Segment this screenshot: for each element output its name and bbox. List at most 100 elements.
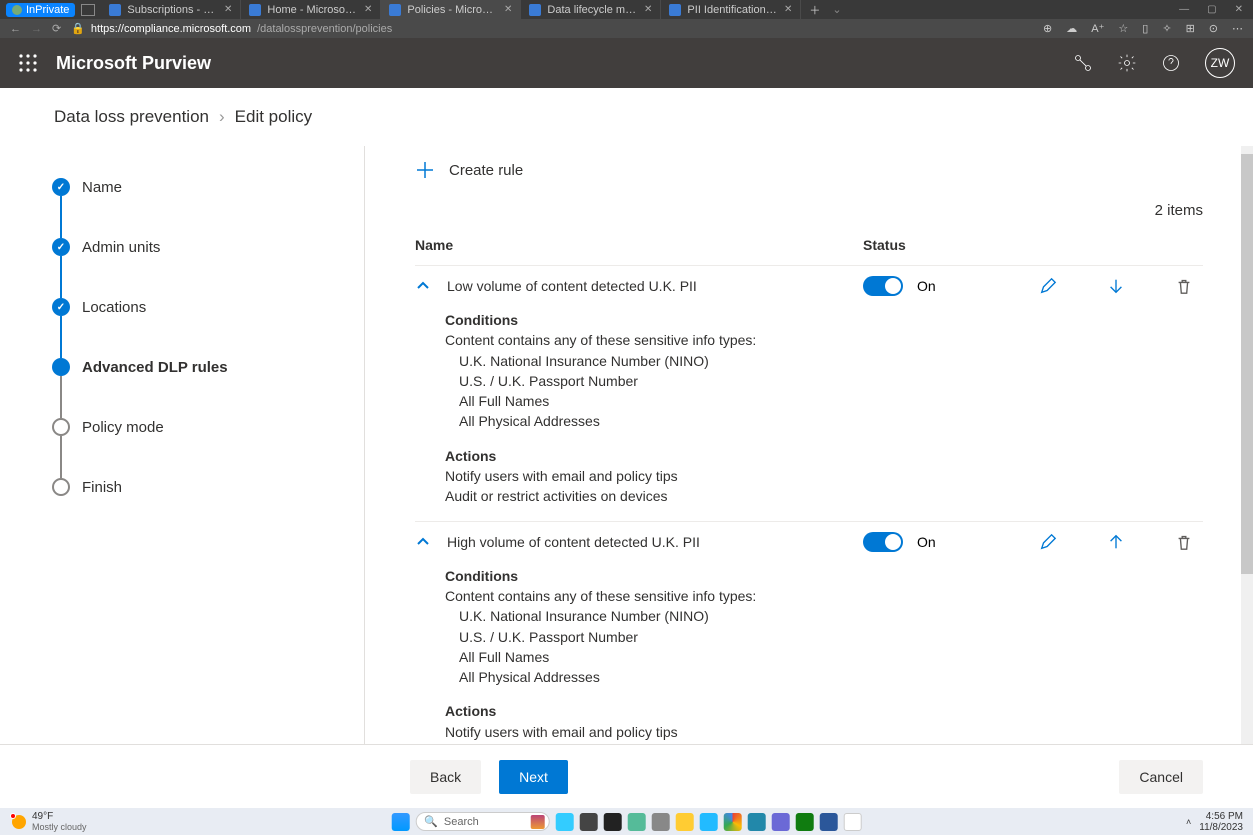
browser-tab[interactable]: Subscriptions - Microsoft 365 ad ✕ (101, 0, 241, 19)
shopping-icon[interactable]: ☁ (1066, 22, 1077, 35)
taskbar-app-chrome[interactable] (724, 813, 742, 831)
favorite-icon[interactable]: ☆ (1118, 22, 1128, 35)
tab-close-icon[interactable]: ✕ (224, 4, 232, 15)
edit-icon[interactable] (1039, 277, 1057, 295)
user-avatar[interactable]: ZW (1205, 48, 1235, 78)
wizard-footer: Back Next Cancel (0, 744, 1253, 808)
collapse-icon[interactable] (415, 278, 431, 294)
taskbar-app-settings[interactable] (652, 813, 670, 831)
wizard-step[interactable]: Admin units (52, 238, 364, 256)
tab-label: Subscriptions - Microsoft 365 ad (127, 4, 218, 16)
conditions-line: Content contains any of these sensitive … (445, 586, 1203, 606)
app-launcher-icon[interactable] (18, 53, 38, 73)
tab-close-icon[interactable]: ✕ (504, 4, 512, 15)
tab-overflow-icon[interactable]: ⌄ (832, 3, 841, 16)
taskbar-app-store[interactable] (748, 813, 766, 831)
back-button[interactable]: Back (410, 760, 481, 794)
nav-refresh-button[interactable]: ⟳ (52, 22, 61, 35)
taskbar-search[interactable]: 🔍 Search (415, 812, 550, 831)
taskbar-temp: 49°F (32, 811, 87, 822)
condition-item: U.K. National Insurance Number (NINO) (445, 351, 1203, 371)
new-tab-button[interactable]: ＋ (801, 2, 828, 18)
browser-tab[interactable]: PII Identification and Minimizati✕ (661, 0, 801, 19)
chevron-right-icon: › (219, 107, 225, 127)
tab-label: Data lifecycle management - Mi (547, 4, 638, 16)
taskbar-app-snip[interactable] (844, 813, 862, 831)
taskbar-app-teams2[interactable] (772, 813, 790, 831)
move-up-icon[interactable] (1107, 533, 1125, 551)
collections-icon[interactable]: ✧ (1162, 22, 1171, 35)
status-text: On (917, 534, 936, 550)
vertical-scrollbar[interactable] (1241, 146, 1253, 807)
taskbar-overflow-icon[interactable]: ˄ (1186, 817, 1191, 827)
wizard-step[interactable]: Advanced DLP rules (52, 358, 364, 376)
help-icon[interactable] (1161, 53, 1181, 73)
status-text: On (917, 278, 936, 294)
delete-icon[interactable] (1175, 533, 1193, 551)
taskbar-app-taskview[interactable] (580, 813, 598, 831)
next-button[interactable]: Next (499, 760, 568, 794)
taskbar-app-word[interactable] (820, 813, 838, 831)
plus-icon (415, 160, 435, 180)
start-button[interactable] (391, 813, 409, 831)
taskbar-app-excel[interactable] (796, 813, 814, 831)
wizard-step[interactable]: Locations (52, 298, 364, 316)
more-icon[interactable]: ⋯ (1232, 22, 1243, 35)
split-screen-icon[interactable]: ▯ (1142, 22, 1148, 35)
action-item: Notify users with email and policy tips (445, 466, 1203, 486)
tab-favicon (249, 4, 261, 16)
cancel-button[interactable]: Cancel (1119, 760, 1203, 794)
window-close-button[interactable]: ✕ (1235, 4, 1243, 15)
browser-tab[interactable]: Data lifecycle management - Mi ✕ (521, 0, 661, 19)
condition-item: All Physical Addresses (445, 411, 1203, 431)
app-title: Microsoft Purview (56, 53, 211, 74)
step-label: Advanced DLP rules (82, 359, 228, 376)
browser-tab-strip: InPrivate Subscriptions - Microsoft 365 … (0, 0, 1253, 19)
move-down-icon[interactable] (1107, 277, 1125, 295)
browser-tab[interactable]: Home - Microsoft Purview ✕ (241, 0, 381, 19)
taskbar-app-explorer[interactable] (676, 813, 694, 831)
window-maximize-button[interactable]: ▢ (1207, 4, 1216, 15)
step-dot (52, 238, 70, 256)
url-path: /datalossprevention/policies (257, 23, 392, 35)
workspace-icon[interactable] (81, 4, 95, 16)
wizard-step[interactable]: Name (52, 178, 364, 196)
settings-icon[interactable] (1117, 53, 1137, 73)
tab-label: Policies - Microsoft Purview (407, 4, 498, 16)
scrollbar-thumb[interactable] (1241, 154, 1253, 574)
taskbar-weather[interactable]: 49°F Mostly cloudy (0, 811, 87, 832)
read-aloud-icon[interactable]: A⁺ (1091, 22, 1104, 35)
rule-name: Low volume of content detected U.K. PII (447, 278, 863, 294)
zoom-icon[interactable]: ⊕ (1043, 22, 1052, 35)
taskbar-app-copilot[interactable] (556, 813, 574, 831)
edit-icon[interactable] (1039, 533, 1057, 551)
collapse-icon[interactable] (415, 534, 431, 550)
taskbar-app-terminal[interactable] (604, 813, 622, 831)
condition-item: U.S. / U.K. Passport Number (445, 371, 1203, 391)
tab-favicon (389, 4, 401, 16)
delete-icon[interactable] (1175, 277, 1193, 295)
taskbar-app-teams[interactable] (628, 813, 646, 831)
taskbar-app-edge[interactable] (700, 813, 718, 831)
tab-close-icon[interactable]: ✕ (644, 4, 652, 15)
browser-tab[interactable]: Policies - Microsoft Purview ✕ (381, 0, 521, 19)
nav-back-button[interactable]: ← (10, 23, 21, 35)
inprivate-label: InPrivate (26, 4, 69, 16)
tab-close-icon[interactable]: ✕ (364, 4, 372, 15)
create-rule-button[interactable]: Create rule (415, 160, 1203, 180)
url-field[interactable]: 🔒 https://compliance.microsoft.com/datal… (71, 22, 1033, 35)
breadcrumb-root[interactable]: Data loss prevention (54, 107, 209, 127)
status-toggle[interactable] (863, 532, 903, 552)
status-toggle[interactable] (863, 276, 903, 296)
profile-icon[interactable]: ⊙ (1209, 22, 1218, 35)
wizard-step: Finish (52, 478, 364, 496)
create-rule-label: Create rule (449, 162, 523, 179)
tab-close-icon[interactable]: ✕ (784, 4, 792, 15)
rules-panel: Create rule 2 items Name Status Low volu… (365, 146, 1253, 807)
extensions-icon[interactable]: ⊞ (1186, 22, 1195, 35)
flow-icon[interactable] (1073, 53, 1093, 73)
table-header: Name Status (415, 237, 1203, 266)
tab-label: Home - Microsoft Purview (267, 4, 358, 16)
inprivate-badge: InPrivate (6, 3, 75, 17)
window-minimize-button[interactable]: ― (1179, 4, 1189, 15)
